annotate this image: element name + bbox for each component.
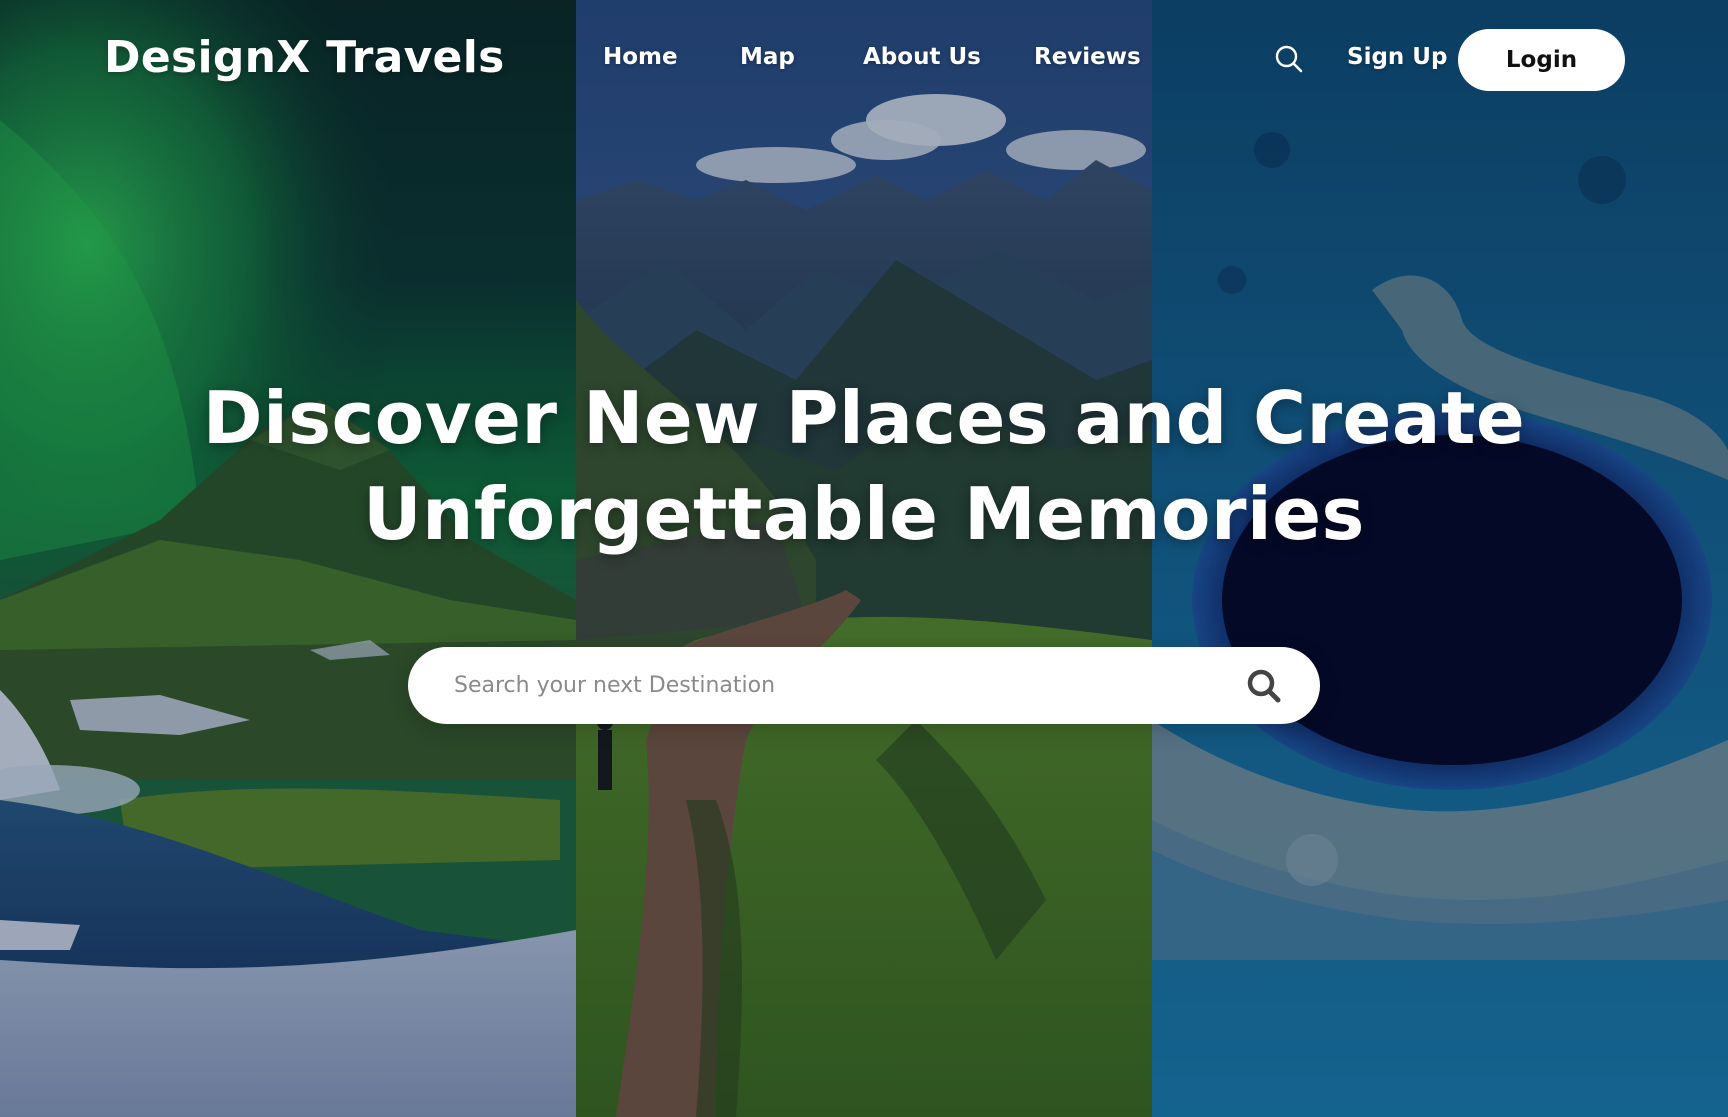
destination-search-bar	[408, 647, 1320, 724]
sign-up-link[interactable]: Sign Up	[1347, 44, 1447, 70]
nav-link-map[interactable]: Map	[740, 44, 795, 70]
destination-search-input[interactable]	[454, 647, 1214, 724]
hero-title-line-1: Discover New Places and Create	[202, 376, 1526, 460]
search-icon-graphic	[1275, 45, 1303, 73]
search-submit-icon[interactable]	[1244, 666, 1284, 706]
search-icon	[1247, 669, 1281, 703]
nav-link-reviews[interactable]: Reviews	[1034, 44, 1141, 70]
site-header: DesignX Travels Home Map About Us Review…	[0, 0, 1728, 120]
search-icon[interactable]	[1274, 44, 1304, 74]
login-button[interactable]: Login	[1458, 29, 1625, 91]
brand-logo[interactable]: DesignX Travels	[104, 32, 505, 83]
nav-link-home[interactable]: Home	[603, 44, 678, 70]
hero-title-line-2: Unforgettable Memories	[363, 472, 1365, 556]
page: DesignX Travels Home Map About Us Review…	[0, 0, 1728, 1117]
hero-title: Discover New Places and Create Unforgett…	[0, 370, 1728, 562]
nav-link-about-us[interactable]: About Us	[863, 44, 981, 70]
